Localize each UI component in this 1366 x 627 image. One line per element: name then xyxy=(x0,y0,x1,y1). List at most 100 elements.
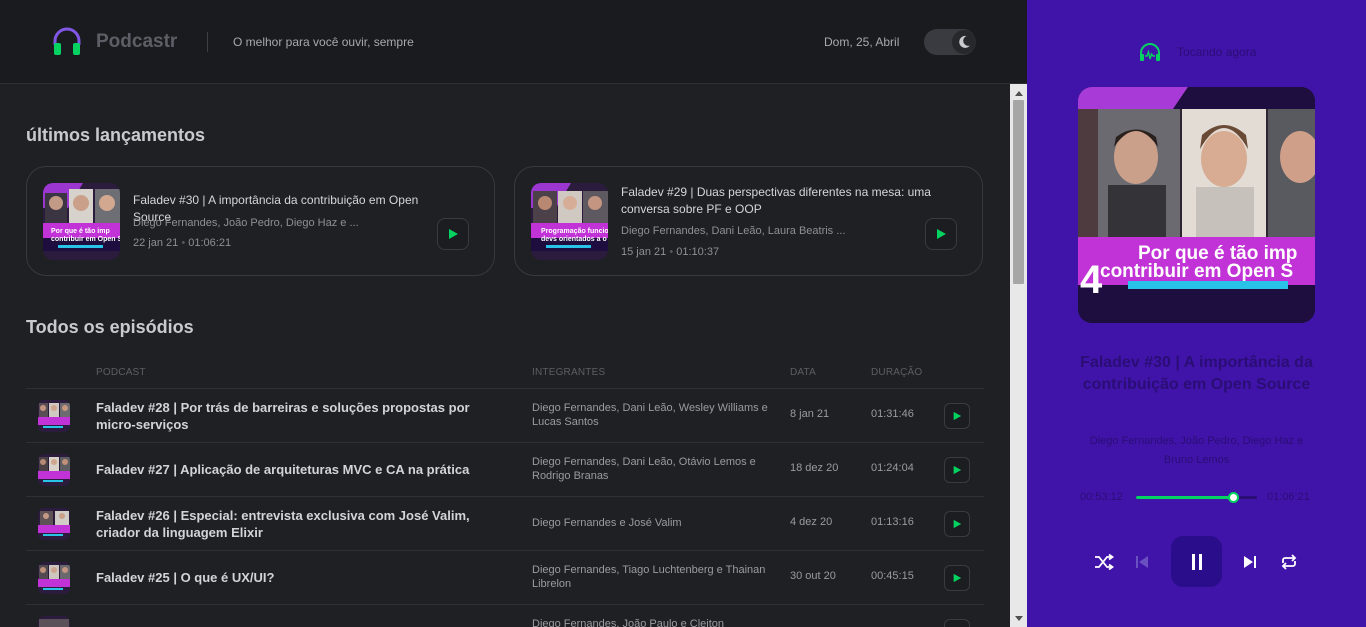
episode-members: Diego Fernandes e José Valim xyxy=(532,517,682,529)
episode-title[interactable]: Faladev #28 | Por trás de barreiras e so… xyxy=(96,399,496,433)
moon-icon xyxy=(959,35,970,48)
play-button[interactable] xyxy=(944,457,970,483)
episode-thumbnail xyxy=(38,508,70,540)
shuffle-icon xyxy=(1095,554,1114,570)
episode-duration: 01:10:37 xyxy=(676,246,720,258)
latest-episode-card[interactable]: Programação funcion devs orientados a o … xyxy=(514,166,983,276)
svg-text:contribuir em Open S: contribuir em Open S xyxy=(51,236,120,243)
episode-date: 4 dez 20 xyxy=(790,516,833,528)
all-episodes-title: Todos os episódios xyxy=(26,317,194,337)
episode-thumbnail: Por que é tão imp contribuir em Open S xyxy=(43,183,120,260)
progress-handle[interactable] xyxy=(1227,492,1239,503)
scrollbar[interactable] xyxy=(1010,84,1027,627)
table-row[interactable]: Faladev #26 | Especial: entrevista exclu… xyxy=(26,496,984,550)
headphones-logo-icon xyxy=(53,27,81,55)
episode-members: Diego Fernandes, Tiago Luchtenberg e Tha… xyxy=(532,564,766,590)
episode-title[interactable]: Faladev #26 | Especial: entrevista exclu… xyxy=(96,507,496,541)
theme-toggle[interactable] xyxy=(924,29,976,55)
episode-date: 15 jan 21 xyxy=(621,246,667,258)
table-row[interactable]: Diego Fernandes, João Paulo e Cleiton xyxy=(26,604,984,627)
current-time: 00:53:12 xyxy=(1080,491,1123,503)
episode-members: Diego Fernandes, Dani Leão, Laura Beatri… xyxy=(621,225,846,237)
latest-section-title: últimos lançamentos xyxy=(26,125,206,145)
episode-members: Diego Fernandes, Dani Leão, Wesley Willi… xyxy=(532,402,768,428)
episode-duration: 01:13:16 xyxy=(871,516,914,528)
total-time: 01:06:21 xyxy=(1267,491,1310,503)
table-row[interactable]: Faladev #27 | Aplicação de arquiteturas … xyxy=(26,442,984,496)
next-button[interactable] xyxy=(1237,549,1263,575)
svg-text:devs orientados a o: devs orientados a o xyxy=(541,236,607,243)
play-button[interactable] xyxy=(925,218,957,250)
shuffle-button[interactable] xyxy=(1091,549,1117,575)
svg-text:Programação funcion: Programação funcion xyxy=(541,228,608,235)
pause-icon xyxy=(1191,553,1202,570)
column-header-date: DATA xyxy=(790,367,816,378)
svg-text:Por que é tão imp: Por que é tão imp xyxy=(51,228,110,235)
play-icon xyxy=(449,229,458,239)
main-content: Podcastr O melhor para você ouvir, sempr… xyxy=(0,0,1027,627)
episode-thumbnail xyxy=(38,616,70,627)
play-button[interactable] xyxy=(944,565,970,591)
episode-date: 18 dez 20 xyxy=(790,462,839,474)
episode-members: Diego Fernandes, Dani Leão, Otávio Lemos… xyxy=(532,456,756,482)
episode-date: 8 jan 21 xyxy=(790,408,830,420)
episode-duration: 01:24:04 xyxy=(871,462,914,474)
episode-title[interactable]: Faladev #25 | O que é UX/UI? xyxy=(96,569,496,586)
scroll-up-arrow-icon[interactable] xyxy=(1010,86,1027,100)
tagline: O melhor para você ouvir, sempre xyxy=(233,35,414,49)
pause-button[interactable] xyxy=(1171,536,1222,587)
player-episode-title: Faladev #30 | A importância da contribui… xyxy=(1080,354,1313,393)
now-playing-label: Tocando agora xyxy=(1177,45,1257,59)
episode-members: Diego Fernandes, João Paulo e Cleiton xyxy=(532,618,725,627)
episode-thumbnail: Programação funcion devs orientados a o xyxy=(531,183,608,260)
app-name: Podcastr xyxy=(96,31,178,52)
player-episode-members: Diego Fernandes, João Pedro, Diego Haz e… xyxy=(1089,435,1304,466)
column-header-podcast: PODCAST xyxy=(96,367,146,378)
episode-members: Diego Fernandes, João Pedro, Diego Haz e… xyxy=(133,217,359,229)
episode-title[interactable]: Faladev #29 | Duas perspectivas diferent… xyxy=(621,184,941,218)
episode-duration: 00:45:15 xyxy=(871,570,914,582)
play-icon xyxy=(953,519,962,529)
play-icon xyxy=(953,573,962,583)
episode-meta: 15 jan 21 • 01:10:37 xyxy=(621,246,719,258)
scroll-thumb[interactable] xyxy=(1013,100,1024,284)
episode-thumbnail xyxy=(38,454,70,486)
play-button[interactable] xyxy=(944,619,970,627)
play-button[interactable] xyxy=(437,218,469,250)
headphones-icon xyxy=(1140,43,1160,61)
table-row[interactable]: Faladev #25 | O que é UX/UI? Diego Ferna… xyxy=(26,550,984,604)
episode-date: 30 out 20 xyxy=(790,570,836,582)
now-playing-header: Tocando agora xyxy=(1138,42,1256,62)
play-icon xyxy=(953,465,962,475)
episode-thumbnail xyxy=(38,400,70,432)
column-header-duration: DURAÇÃO xyxy=(871,367,923,378)
header: Podcastr O melhor para você ouvir, sempr… xyxy=(0,0,1027,84)
episode-duration: 01:06:21 xyxy=(188,237,232,249)
episode-meta: 22 jan 21 • 01:06:21 xyxy=(133,237,231,249)
progress-fill xyxy=(1136,496,1233,499)
repeat-icon xyxy=(1281,554,1297,570)
skip-next-icon xyxy=(1244,556,1256,568)
episode-cover: Por que é tão imp contribuir em Open S 4 xyxy=(1078,87,1315,323)
play-button[interactable] xyxy=(944,403,970,429)
play-icon xyxy=(953,411,962,421)
latest-episode-card[interactable]: Por que é tão imp contribuir em Open S F… xyxy=(26,166,495,276)
episode-thumbnail xyxy=(38,562,70,594)
column-header-members: INTEGRANTES xyxy=(532,367,606,378)
table-row[interactable]: Faladev #28 | Por trás de barreiras e so… xyxy=(26,388,984,442)
play-icon xyxy=(937,229,946,239)
current-date: Dom, 25, Abril xyxy=(824,35,900,49)
skip-previous-icon xyxy=(1136,556,1148,568)
previous-button[interactable] xyxy=(1129,549,1155,575)
theme-knob xyxy=(952,30,976,54)
header-divider xyxy=(207,32,208,52)
repeat-button[interactable] xyxy=(1276,549,1302,575)
cover-text-line2: contribuir em Open S xyxy=(1100,261,1293,282)
cover-badge: 4 xyxy=(1080,258,1103,302)
episode-date: 22 jan 21 xyxy=(133,237,179,249)
play-button[interactable] xyxy=(944,511,970,537)
episode-title[interactable]: Faladev #27 | Aplicação de arquiteturas … xyxy=(96,461,496,478)
progress-slider[interactable] xyxy=(1136,492,1257,503)
episode-duration: 01:31:46 xyxy=(871,408,914,420)
scroll-down-arrow-icon[interactable] xyxy=(1010,611,1027,625)
